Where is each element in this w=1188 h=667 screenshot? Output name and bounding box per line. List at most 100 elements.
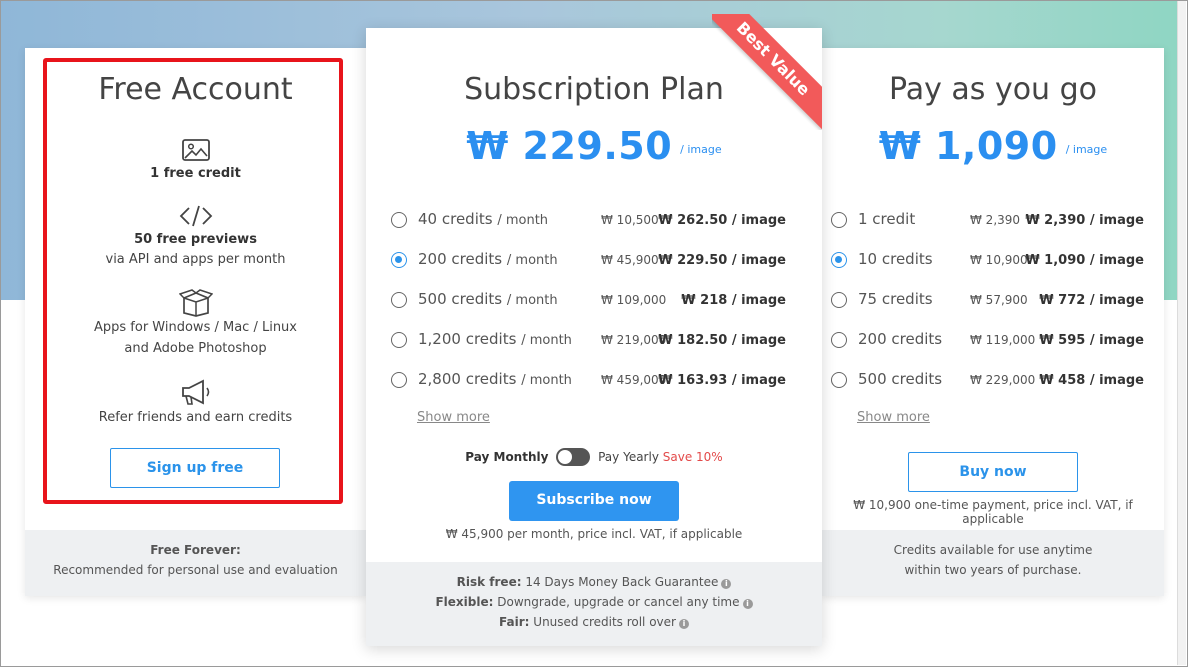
credits-label: 10 credits: [858, 250, 933, 268]
radio-button[interactable]: [831, 372, 847, 388]
subscription-price-note: ₩ 45,900 per month, price incl. VAT, if …: [445, 527, 743, 541]
credits-period: / month: [521, 373, 572, 388]
plan-option-row[interactable]: 1,200 credits / month ₩ 219,000 ₩ 182.50 /…: [391, 328, 786, 352]
pay-monthly-label: Pay Monthly: [465, 450, 549, 464]
price-amount: ₩ 229.50: [466, 124, 673, 168]
sign-up-free-button[interactable]: Sign up free: [110, 448, 280, 488]
option-unit-price: ₩ 772 / image: [1039, 293, 1144, 308]
scrollbar[interactable]: [1177, 1, 1186, 665]
option-unit-price: ₩ 595 / image: [1039, 333, 1144, 348]
plan-option-row[interactable]: 10 credits ₩ 10,900 ₩ 1,090 / image: [831, 248, 1144, 272]
footer-line-fair: Fair: Unused credits roll over i: [366, 612, 822, 632]
payg-card-title: Pay as you go: [888, 72, 1098, 107]
info-icon[interactable]: i: [742, 599, 753, 609]
plan-option-row[interactable]: 200 credits ₩ 119,000 ₩ 595 / image: [831, 328, 1144, 352]
radio-button[interactable]: [831, 292, 847, 308]
credits-label: 40 credits / month: [418, 210, 548, 228]
free-card-title: Free Account: [98, 72, 293, 107]
plan-option-row[interactable]: 200 credits / month ₩ 45,900 ₩ 229.50 / im…: [391, 248, 786, 272]
credits-amount: 75 credits: [858, 290, 933, 308]
feature-label: Refer friends and earn credits: [98, 410, 293, 425]
footer-text: within two years of purchase.: [904, 563, 1082, 577]
show-more-link[interactable]: Show more: [857, 410, 930, 425]
feature-sublabel: and Adobe Photoshop: [124, 341, 267, 356]
option-unit-price: ₩ 163.93 / image: [658, 373, 786, 388]
credits-amount: 500 credits: [418, 290, 503, 308]
option-total-price: ₩ 119,000: [970, 333, 1036, 347]
plan-option-row[interactable]: 1 credit ₩ 2,390 ₩ 2,390 / image: [831, 208, 1144, 232]
footer-line-flexible: Flexible: Downgrade, upgrade or cancel a…: [366, 592, 822, 612]
feature-apps: Apps for Windows / Mac / Linux and Adobe…: [25, 289, 366, 359]
radio-button[interactable]: [391, 292, 407, 308]
feature-refer: Refer friends and earn credits: [25, 378, 366, 425]
credits-label: 500 credits: [858, 370, 942, 388]
credits-amount: 200 credits: [418, 250, 503, 268]
option-total-price: ₩ 57,900: [970, 293, 1028, 307]
radio-button[interactable]: [831, 212, 847, 228]
image-icon: [181, 139, 210, 161]
feature-sublabel: via API and apps per month: [105, 252, 286, 267]
info-icon[interactable]: i: [678, 619, 689, 629]
save-badge: Save 10%: [662, 450, 723, 464]
option-unit-price: ₩ 2,390 / image: [1025, 213, 1144, 228]
info-icon[interactable]: i: [721, 579, 732, 589]
option-unit-price: ₩ 218 / image: [681, 293, 786, 308]
credits-label: 2,800 credits / month: [418, 370, 572, 388]
plan-option-row[interactable]: 2,800 credits / month ₩ 459,000 ₩ 163.93 /…: [391, 368, 786, 392]
plan-option-row[interactable]: 500 credits / month ₩ 109,000 ₩ 218 / imag…: [391, 288, 786, 312]
footer-label: Fair:: [499, 615, 530, 629]
radio-button[interactable]: [391, 372, 407, 388]
feature-label: 50 free previews: [134, 232, 257, 247]
radio-button[interactable]: [391, 212, 407, 228]
option-unit-price: ₩ 1,090 / image: [1025, 253, 1144, 268]
payg-price-note: ₩ 10,900 one-time payment, price incl. V…: [853, 498, 1133, 526]
radio-button[interactable]: [391, 252, 407, 268]
show-more-link[interactable]: Show more: [417, 410, 490, 425]
option-unit-price: ₩ 458 / image: [1039, 373, 1144, 388]
plan-option-row[interactable]: 40 credits / month ₩ 10,500 ₩ 262.50 / ima…: [391, 208, 786, 232]
payg-card-footer: Credits available for use anytime within…: [822, 530, 1164, 596]
billing-period-toggle[interactable]: [556, 448, 591, 466]
footer-text: Unused credits roll over: [533, 615, 676, 629]
feature-label: 1 free credit: [150, 166, 241, 181]
feature-free-previews: 50 free previews via API and apps per mo…: [25, 204, 366, 270]
footer-label: Flexible:: [435, 595, 494, 609]
feature-free-credit: 1 free credit: [25, 138, 366, 181]
feature-label: Apps for Windows / Mac / Linux: [94, 320, 297, 335]
credits-period: / month: [506, 293, 558, 308]
pay-yearly-label: Pay Yearly: [598, 450, 659, 464]
option-total-price: ₩ 229,000: [970, 373, 1036, 387]
footer-text: 14 Days Money Back Guarantee: [525, 575, 719, 589]
plan-option-row[interactable]: 75 credits ₩ 57,900 ₩ 772 / image: [831, 288, 1144, 312]
option-total-price: ₩ 45,900: [601, 253, 659, 267]
buy-now-button[interactable]: Buy now: [908, 452, 1078, 492]
credits-label: 500 credits / month: [418, 290, 558, 308]
credits-period: / month: [497, 213, 549, 228]
plan-option-row[interactable]: 500 credits ₩ 229,000 ₩ 458 / image: [831, 368, 1144, 392]
megaphone-icon: [181, 379, 209, 405]
billing-toggle-row: Pay Monthly Pay Yearly Save 10%: [366, 448, 822, 466]
credits-amount: 1 credit: [858, 210, 916, 228]
credits-amount: 500 credits: [858, 370, 943, 388]
subscribe-now-button[interactable]: Subscribe now: [509, 481, 679, 521]
option-unit-price: ₩ 262.50 / image: [658, 213, 786, 228]
credits-amount: 2,800 credits: [418, 370, 517, 388]
credits-period: / month: [521, 333, 572, 348]
option-total-price: ₩ 10,500: [601, 213, 659, 227]
option-total-price: ₩ 219,000: [601, 333, 667, 347]
option-total-price: ₩ 2,390: [970, 213, 1021, 227]
radio-button[interactable]: [831, 252, 847, 268]
option-total-price: ₩ 459,000: [601, 373, 667, 387]
credits-label: 1,200 credits / month: [418, 330, 572, 348]
option-unit-price: ₩ 182.50 / image: [658, 333, 786, 348]
free-card-footer: Free Forever: Recommended for personal u…: [25, 530, 366, 596]
box-icon: [178, 289, 213, 317]
footer-text: Recommended for personal use and evaluat…: [53, 563, 338, 577]
pay-as-you-go-card: Pay as you go ₩ 1,090 / image 1 credit ₩ 2…: [822, 48, 1164, 596]
footer-text: Credits available for use anytime: [893, 543, 1093, 557]
subscription-price: ₩ 229.50 / image: [366, 124, 822, 168]
radio-button[interactable]: [391, 332, 407, 348]
subscription-card-footer: Risk free: 14 Days Money Back Guarantee i…: [366, 562, 822, 646]
footer-line-risk-free: Risk free: 14 Days Money Back Guarantee i: [366, 572, 822, 592]
radio-button[interactable]: [831, 332, 847, 348]
